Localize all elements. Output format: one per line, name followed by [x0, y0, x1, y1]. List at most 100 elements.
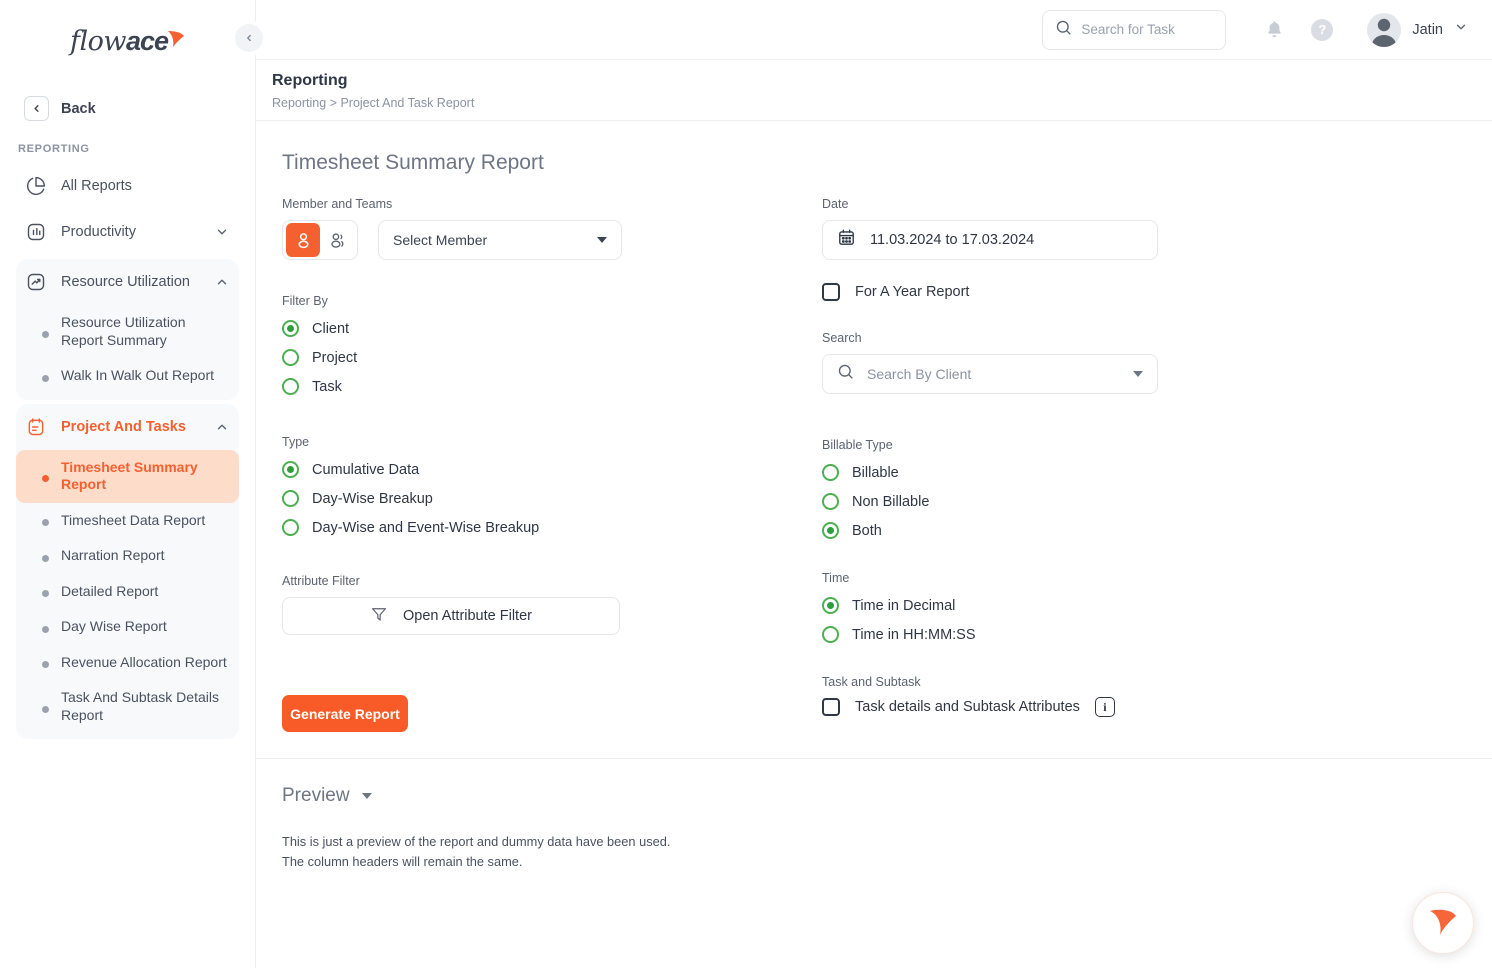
- preview-title: Preview: [282, 785, 350, 806]
- preview-note-line-2: The column headers will remain the same.: [282, 853, 523, 869]
- radio-time-in-decimal[interactable]: Time in Decimal: [822, 591, 1222, 620]
- time-label: Time: [822, 571, 850, 585]
- topbar-icons: ? Jatin: [1264, 12, 1468, 47]
- sidebar-item-project-and-tasks[interactable]: Project And Tasks: [16, 404, 239, 450]
- app-logo[interactable]: flowace: [16, 0, 239, 82]
- date-range-picker[interactable]: 11.03.2024 to 17.03.2024: [822, 220, 1158, 260]
- sidebar-collapse-button[interactable]: [235, 24, 263, 52]
- sidebar: flowace Back REPORTING All Reports Produ…: [0, 0, 256, 968]
- radio-label: Task: [312, 378, 342, 395]
- sidebar-subitem-label: Walk In Walk Out Report: [61, 367, 215, 383]
- radio-label: Billable: [852, 464, 899, 481]
- caret-down-icon: [1133, 371, 1143, 377]
- radio-filter-by-task[interactable]: Task: [282, 372, 822, 401]
- sidebar-subitem-label: Timesheet Data Report: [61, 511, 206, 528]
- search-label: Search: [822, 331, 862, 345]
- sidebar-subitem-day-wise-report[interactable]: Day Wise Report: [16, 609, 239, 645]
- radio-filter-by-project[interactable]: Project: [282, 343, 822, 372]
- people-icon[interactable]: [320, 223, 354, 257]
- back-button[interactable]: Back: [16, 90, 239, 127]
- type-group: Type Cumulative Data Day-Wise Breakup Da…: [282, 435, 822, 542]
- help-icon[interactable]: ?: [1311, 18, 1334, 41]
- radio-billable[interactable]: Billable: [822, 458, 1222, 487]
- person-icon[interactable]: [286, 223, 320, 257]
- member-team-toggle[interactable]: [282, 220, 358, 260]
- breadcrumb: Reporting > Project And Task Report: [272, 96, 475, 110]
- preview-note-line-1: This is just a preview of the report and…: [282, 834, 671, 849]
- user-menu[interactable]: Jatin: [1367, 12, 1468, 47]
- radio-label: Day-Wise and Event-Wise Breakup: [312, 519, 540, 536]
- sidebar-item-label: Resource Utilization: [61, 274, 190, 290]
- filter-by-group: Filter By Client Project Task: [282, 294, 822, 401]
- sidebar-group-resource-utilization: Resource Utilization Resource Utilizatio…: [16, 259, 239, 400]
- chat-support-button[interactable]: [1412, 892, 1474, 954]
- attribute-filter-label: Attribute Filter: [282, 574, 360, 588]
- sidebar-subitem-task-and-subtask-details-report[interactable]: Task And Subtask Details Report: [16, 680, 239, 733]
- search-by-client-placeholder: Search By Client: [867, 366, 972, 382]
- sidebar-subitem-detailed-report[interactable]: Detailed Report: [16, 574, 239, 610]
- search-input[interactable]: [1081, 22, 1214, 37]
- for-a-year-report-checkbox[interactable]: For A Year Report: [822, 283, 1222, 301]
- bell-icon[interactable]: [1264, 19, 1285, 40]
- sidebar-subitem-revenue-allocation-report[interactable]: Revenue Allocation Report: [16, 645, 239, 681]
- select-member-dropdown[interactable]: Select Member: [378, 220, 622, 260]
- radio-icon: [282, 519, 299, 536]
- report-form: Member and Teams Select Member Filter By…: [256, 197, 1492, 732]
- user-name-label: Jatin: [1412, 21, 1443, 38]
- chevron-left-icon: [24, 96, 49, 121]
- task-details-label: Task details and Subtask Attributes: [855, 699, 1080, 715]
- chevron-up-icon[interactable]: [215, 420, 229, 434]
- open-attribute-filter-button[interactable]: Open Attribute Filter: [282, 597, 620, 635]
- flowace-swoosh-icon: [1426, 904, 1460, 943]
- page-header: Reporting Reporting > Project And Task R…: [256, 60, 1492, 121]
- radio-label: Day-Wise Breakup: [312, 490, 433, 507]
- radio-icon: [822, 522, 839, 539]
- logo-text-light: flow: [69, 25, 127, 57]
- radio-both[interactable]: Both: [822, 516, 1222, 545]
- bullet-icon: [42, 625, 49, 633]
- date-field: Date 11.03.2024 to 17.03.2024: [822, 197, 1222, 260]
- sidebar-item-productivity[interactable]: Productivity: [16, 209, 239, 255]
- chevron-up-icon[interactable]: [215, 275, 229, 289]
- radio-icon: [282, 490, 299, 507]
- caret-down-icon[interactable]: [361, 793, 372, 799]
- form-left-column: Member and Teams Select Member Filter By…: [282, 197, 822, 732]
- back-label: Back: [61, 100, 96, 117]
- sidebar-item-resource-utilization[interactable]: Resource Utilization: [16, 259, 239, 305]
- radio-non-billable[interactable]: Non Billable: [822, 487, 1222, 516]
- checkbox-icon: [822, 698, 840, 716]
- generate-report-button[interactable]: Generate Report: [282, 695, 408, 732]
- info-icon[interactable]: i: [1094, 697, 1115, 717]
- radio-filter-by-client[interactable]: Client: [282, 314, 822, 343]
- radio-icon: [282, 461, 299, 478]
- sidebar-subitem-label: Task And Subtask Details Report: [61, 689, 219, 723]
- bar-chart-icon: [24, 220, 48, 244]
- radio-time-in-hhmmss[interactable]: Time in HH:MM:SS: [822, 620, 1222, 649]
- radio-type-day-wise-and-event-wise-breakup[interactable]: Day-Wise and Event-Wise Breakup: [282, 513, 822, 542]
- radio-type-cumulative-data[interactable]: Cumulative Data: [282, 455, 822, 484]
- task-details-checkbox-row[interactable]: Task details and Subtask Attributes i: [822, 697, 1222, 717]
- radio-icon: [822, 626, 839, 643]
- sidebar-subitem-narration-report[interactable]: Narration Report: [16, 538, 239, 574]
- filter-by-label: Filter By: [282, 294, 328, 308]
- sidebar-item-all-reports[interactable]: All Reports: [16, 163, 239, 209]
- sidebar-subitem-walk-in-walk-out-report[interactable]: Walk In Walk Out Report: [16, 358, 239, 394]
- select-member-label: Select Member: [393, 232, 488, 248]
- chevron-down-icon[interactable]: [215, 225, 229, 239]
- sidebar-subitem-timesheet-summary-report[interactable]: Timesheet Summary Report: [16, 449, 239, 503]
- sidebar-subitem-label: Resource Utilization Report Summary: [61, 314, 186, 348]
- sidebar-subitem-resource-utilization-report-summary[interactable]: Resource Utilization Report Summary: [16, 305, 239, 358]
- sidebar-subitem-label: Revenue Allocation Report: [61, 653, 227, 670]
- search-by-client-dropdown[interactable]: Search By Client: [822, 354, 1158, 394]
- sidebar-section-title: REPORTING: [18, 143, 90, 155]
- radio-label: Time in Decimal: [852, 597, 956, 614]
- type-label: Type: [282, 435, 310, 449]
- radio-icon: [822, 464, 839, 481]
- task-search-box[interactable]: [1042, 9, 1227, 50]
- sidebar-subitem-timesheet-data-report[interactable]: Timesheet Data Report: [16, 503, 239, 539]
- topbar: ? Jatin: [256, 0, 1492, 60]
- radio-type-day-wise-breakup[interactable]: Day-Wise Breakup: [282, 484, 822, 513]
- billable-type-group: Billable Type Billable Non Billable Both: [822, 438, 1222, 545]
- bullet-icon: [42, 590, 49, 598]
- chevron-down-icon[interactable]: [1454, 20, 1468, 39]
